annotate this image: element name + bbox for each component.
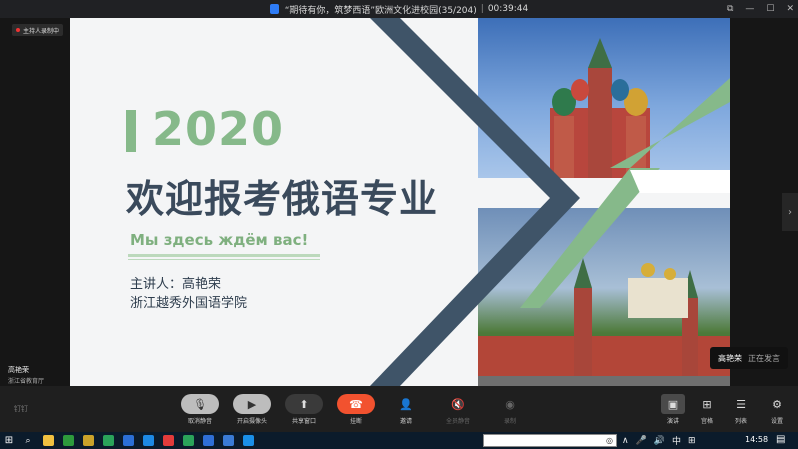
presenter-view-icon: ▣ [661, 394, 685, 414]
app-icon [182, 435, 194, 446]
meeting-toolbar: 钉钉 🎙 取消静音 ▶ 开启摄像头 ⬆ 共享窗口 ☎ 挂断 👤 邀请 🔇 全员静… [0, 386, 798, 432]
video-stage: 主持人录制中 2020 欢迎报考俄语专业 Мы здесь ждём вас! … [0, 18, 798, 386]
close-icon[interactable]: ✕ [786, 4, 794, 14]
view-grid[interactable]: ⊞ 宫格 [694, 394, 720, 426]
speaking-status: 正在发言 [748, 353, 780, 363]
app-icon [82, 435, 94, 446]
meeting-title: “期待有你，筑梦西语”欧洲文化进校园(35/204) [284, 5, 477, 16]
institution-line: 浙江越秀外国语学院 [130, 296, 248, 311]
record-icon: ◉ [505, 397, 515, 411]
chevron-right-icon: › [788, 206, 792, 218]
taskbar-app-icon[interactable] [78, 432, 98, 449]
side-panel-toggle[interactable]: › [782, 193, 798, 231]
recording-dot-icon [16, 28, 20, 32]
app-icon [202, 435, 214, 446]
app-icon [62, 435, 74, 446]
meeting-timer: 00:39:44 [487, 4, 529, 14]
taskbar-app-icon[interactable] [118, 432, 138, 449]
taskbar-app-icon[interactable] [58, 432, 78, 449]
microphone-icon[interactable]: 🎤 [636, 436, 647, 446]
share-icon: ⬆ [285, 394, 323, 414]
search-icon[interactable]: ⌕ [18, 432, 38, 449]
taskbar-search-input[interactable]: ◎ [483, 434, 617, 447]
app-icon [102, 435, 114, 446]
taskbar-app-icon[interactable] [138, 432, 158, 449]
phone-icon: ☎ [337, 394, 375, 414]
app-icon [242, 435, 254, 446]
taskbar-app-icon[interactable] [38, 432, 58, 449]
ime-mode-icon[interactable]: ⊞ [688, 436, 696, 446]
divider [128, 254, 320, 257]
settings-button[interactable]: ⚙ 设置 [764, 394, 790, 426]
volume-icon[interactable]: 🔊 [654, 436, 665, 446]
speaker-line: 主讲人：高艳荣 [130, 277, 222, 292]
slide-year: 2020 [152, 102, 285, 156]
windows-start-icon[interactable]: ⊞ [0, 432, 18, 449]
taskbar-app-icon[interactable] [178, 432, 198, 449]
share-button[interactable]: ⬆ 共享窗口 [284, 394, 324, 425]
pin-icon[interactable]: ⧉ [727, 4, 733, 14]
shared-slide: 2020 欢迎报考俄语专业 Мы здесь ждём вас! 主讲人：高艳荣… [70, 18, 730, 386]
view-list[interactable]: ☰ 列表 [728, 394, 754, 426]
taskbar-app-icon[interactable] [158, 432, 178, 449]
title-accent-bar [126, 110, 136, 152]
mic-off-icon: 🎙 [181, 394, 219, 414]
minimize-icon[interactable]: — [745, 4, 754, 14]
taskbar-app-icon[interactable] [198, 432, 218, 449]
tray-expand-icon[interactable]: ∧ [622, 436, 629, 446]
hangup-button[interactable]: ☎ 挂断 [336, 394, 376, 425]
gear-icon: ⚙ [772, 397, 782, 411]
taskbar-app-icon[interactable] [98, 432, 118, 449]
view-presenter[interactable]: ▣ 演讲 [660, 394, 686, 425]
slide-speaker-block: 主讲人：高艳荣 浙江越秀外国语学院 [130, 275, 247, 313]
window-titlebar: “期待有你，筑梦西语”欧洲文化进校园(35/204) | 00:39:44 ⧉ … [0, 0, 798, 18]
invite-icon: 👤 [399, 397, 413, 411]
record-button[interactable]: ◉ 录制 [490, 394, 530, 426]
invite-button[interactable]: 👤 邀请 [386, 394, 426, 426]
maximize-icon[interactable]: ☐ [766, 4, 774, 14]
speaking-indicator: 高艳荣 正在发言 [710, 347, 788, 369]
participant-org: 浙江省教育厅 [8, 378, 45, 385]
taskbar-apps [38, 432, 258, 449]
ime-indicator[interactable]: 中 [672, 434, 681, 447]
system-tray: ∧ 🎤 🔊 中 ⊞ [622, 432, 696, 449]
taskbar-app-icon[interactable] [238, 432, 258, 449]
recording-badge: 主持人录制中 [12, 24, 64, 36]
notification-icon[interactable]: ▤ [776, 434, 785, 445]
list-view-icon: ☰ [736, 397, 746, 411]
participant-name: 高艳荣 [8, 366, 29, 374]
lock-icon [269, 4, 279, 14]
slide-subtitle: Мы здесь ждём вас! [130, 231, 309, 249]
window-controls: ⧉ — ☐ ✕ [727, 0, 794, 18]
app-icon [162, 435, 174, 446]
mute-all-icon: 🔇 [451, 397, 465, 411]
windows-taskbar: ⊞ ⌕ ◎ ∧ 🎤 🔊 中 ⊞ 14:58 ▤ [0, 432, 798, 449]
app-icon [222, 435, 234, 446]
grid-view-icon: ⊞ [702, 397, 712, 411]
app-icon [142, 435, 154, 446]
taskbar-app-icon[interactable] [218, 432, 238, 449]
mute-button[interactable]: 🎙 取消静音 [180, 394, 220, 425]
app-icon [122, 435, 134, 446]
slide-headline: 欢迎报考俄语专业 [126, 177, 439, 221]
camera-button[interactable]: ▶ 开启摄像头 [232, 394, 272, 425]
camera-icon[interactable]: ◎ [606, 436, 613, 445]
mute-all-button[interactable]: 🔇 全员静音 [438, 394, 478, 426]
camera-icon: ▶ [233, 394, 271, 414]
divider [128, 259, 320, 260]
app-icon [42, 435, 54, 446]
app-brand: 钉钉 [14, 405, 28, 413]
taskbar-clock[interactable]: 14:58 [745, 435, 768, 444]
speaker-name: 高艳荣 [718, 353, 742, 363]
